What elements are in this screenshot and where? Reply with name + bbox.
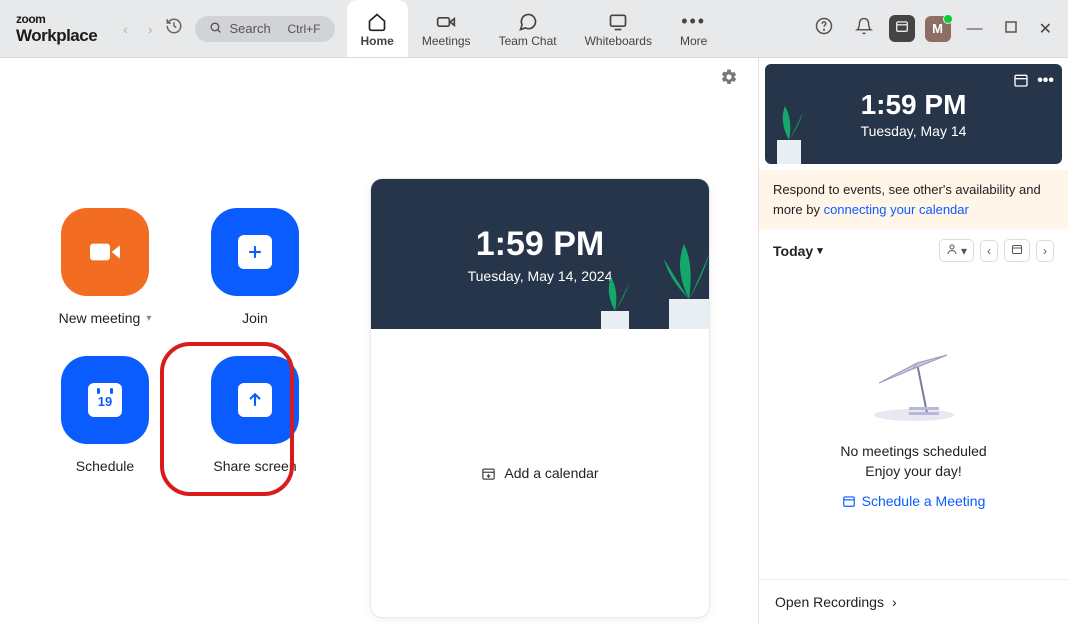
history-icon[interactable] <box>165 17 183 40</box>
whiteboard-icon <box>608 12 628 32</box>
user-avatar[interactable]: M <box>925 16 951 42</box>
bell-icon[interactable] <box>849 11 879 46</box>
schedule-label: Schedule <box>76 458 134 474</box>
nav-arrows: ‹ › <box>119 17 156 41</box>
card-time: 1:59 PM <box>476 225 605 264</box>
back-button[interactable]: ‹ <box>119 17 132 41</box>
search-input[interactable]: Search Ctrl+F <box>195 16 335 42</box>
tab-team-chat[interactable]: Team Chat <box>485 0 571 57</box>
calendar-notice: Respond to events, see other's availabil… <box>759 170 1068 229</box>
calendar-icon <box>842 494 856 508</box>
more-dots-icon[interactable]: ••• <box>1037 72 1054 93</box>
sidebar-time: 1:59 PM <box>861 89 967 121</box>
prev-button[interactable]: ‹ <box>980 240 998 262</box>
search-placeholder: Search <box>230 21 271 36</box>
chevron-down-icon: ▾ <box>817 244 823 257</box>
chat-icon <box>518 12 538 32</box>
umbrella-icon <box>869 343 959 423</box>
search-icon <box>209 21 222 37</box>
calendar-icon: 19 <box>88 383 122 417</box>
join-label: Join <box>242 310 268 326</box>
empty-title: No meetings scheduled <box>840 443 986 459</box>
empty-subtitle: Enjoy your day! <box>865 463 962 479</box>
app-logo: zoom Workplace <box>0 4 113 54</box>
plant-decoration-icon <box>769 104 809 164</box>
video-camera-icon <box>85 232 125 272</box>
sidebar-toolbar: Today ▾ ▾ ‹ › <box>759 229 1068 272</box>
add-calendar-link[interactable]: Add a calendar <box>481 465 598 481</box>
calendar-plus-icon <box>481 466 496 481</box>
search-shortcut: Ctrl+F <box>288 22 321 36</box>
tab-home[interactable]: Home <box>347 0 408 57</box>
join-button[interactable] <box>211 208 299 296</box>
chevron-right-icon: › <box>892 594 897 610</box>
share-screen-action: Share screen <box>180 356 330 474</box>
calendar-app-icon[interactable] <box>889 15 915 42</box>
empty-state: No meetings scheduled Enjoy your day! Sc… <box>759 272 1068 579</box>
schedule-meeting-link[interactable]: Schedule a Meeting <box>842 493 986 509</box>
share-screen-button[interactable] <box>211 356 299 444</box>
title-bar: zoom Workplace ‹ › Search Ctrl+F Home Me… <box>0 0 1068 58</box>
share-screen-label: Share screen <box>213 458 296 474</box>
time-card-header: 1:59 PM Tuesday, May 14, 2024 <box>371 179 709 329</box>
person-filter-button[interactable]: ▾ <box>939 239 974 262</box>
maximize-button[interactable] <box>999 14 1023 44</box>
window-controls: M — ✕ <box>809 11 1068 46</box>
plant-decoration-icon <box>649 239 709 329</box>
logo-workplace: Workplace <box>16 26 97 46</box>
calendar-sidebar: ••• 1:59 PM Tuesday, May 14 Respond to e… <box>758 58 1068 624</box>
arrow-up-icon <box>238 383 272 417</box>
connect-calendar-link[interactable]: connecting your calendar <box>824 202 969 217</box>
new-meeting-action: New meeting ▾ <box>30 208 180 326</box>
minimize-button[interactable]: — <box>961 14 989 44</box>
sidebar-date: Tuesday, May 14 <box>861 123 967 139</box>
logo-zoom: zoom <box>16 12 97 26</box>
sidebar-hero: ••• 1:59 PM Tuesday, May 14 <box>765 64 1062 164</box>
plus-icon <box>238 235 272 269</box>
tab-whiteboards[interactable]: Whiteboards <box>571 0 666 57</box>
open-recordings-link[interactable]: Open Recordings › <box>759 579 1068 624</box>
chevron-down-icon: ▾ <box>146 313 151 324</box>
gear-icon[interactable] <box>720 68 738 91</box>
time-card: 1:59 PM Tuesday, May 14, 2024 Add a cale… <box>370 178 710 618</box>
calendar-small-icon[interactable] <box>1013 72 1029 93</box>
schedule-button[interactable]: 19 <box>61 356 149 444</box>
home-panel: New meeting ▾ Join 19 <box>0 58 758 624</box>
tab-meetings[interactable]: Meetings <box>408 0 485 57</box>
tab-more[interactable]: ••• More <box>666 0 721 57</box>
calendar-button[interactable] <box>1004 239 1030 262</box>
new-meeting-label[interactable]: New meeting ▾ <box>59 310 152 326</box>
schedule-action: 19 Schedule <box>30 356 180 474</box>
next-button[interactable]: › <box>1036 240 1054 262</box>
video-icon <box>436 12 456 32</box>
join-action: Join <box>180 208 330 326</box>
new-meeting-button[interactable] <box>61 208 149 296</box>
help-icon[interactable] <box>809 11 839 46</box>
main-tabs: Home Meetings Team Chat Whiteboards ••• … <box>347 0 722 57</box>
close-button[interactable]: ✕ <box>1033 13 1058 45</box>
more-icon: ••• <box>684 12 704 32</box>
today-dropdown[interactable]: Today ▾ <box>773 243 823 259</box>
plant-decoration-icon <box>591 275 639 329</box>
forward-button[interactable]: › <box>144 17 157 41</box>
home-icon <box>367 12 387 32</box>
